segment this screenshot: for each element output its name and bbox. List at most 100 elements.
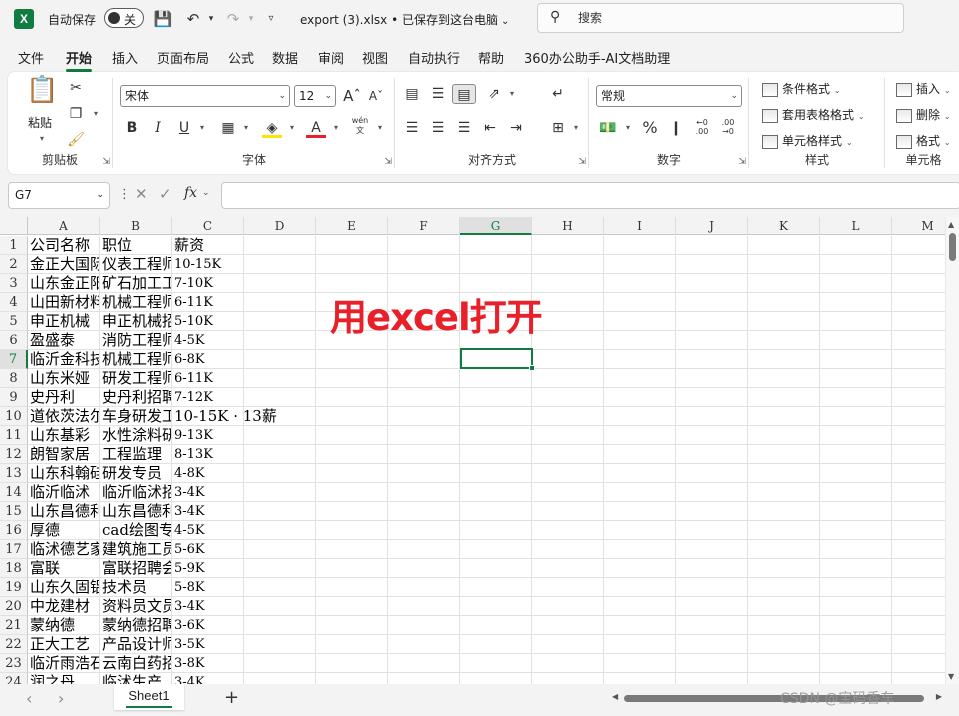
- row-header[interactable]: 24: [0, 673, 28, 684]
- cell-a[interactable]: 公司名称: [28, 236, 100, 255]
- cell-empty[interactable]: [748, 407, 820, 426]
- sheet-tab-sheet1[interactable]: Sheet1: [114, 684, 184, 710]
- format-as-table-button[interactable]: 套用表格格式 ⌄: [762, 106, 865, 123]
- cell-c[interactable]: 3-8K: [172, 654, 244, 673]
- cell-empty[interactable]: [532, 635, 604, 654]
- cell-empty[interactable]: [388, 388, 460, 407]
- cell-empty[interactable]: [604, 654, 676, 673]
- cell-empty[interactable]: [316, 255, 388, 274]
- cell-empty[interactable]: [820, 407, 892, 426]
- cell-empty[interactable]: [532, 426, 604, 445]
- cell-empty[interactable]: [820, 540, 892, 559]
- cell-a[interactable]: 中龙建材: [28, 597, 100, 616]
- cell-empty[interactable]: [388, 521, 460, 540]
- redo-dropdown-icon[interactable]: ▾: [240, 8, 262, 30]
- cell-empty[interactable]: [460, 445, 532, 464]
- cell-empty[interactable]: [388, 616, 460, 635]
- next-sheet-icon[interactable]: ›: [58, 689, 64, 708]
- cell-a[interactable]: 山东米娅: [28, 369, 100, 388]
- cut-icon[interactable]: ✂: [66, 78, 86, 98]
- row-header[interactable]: 17: [0, 540, 28, 559]
- decrease-indent-icon[interactable]: ⇤: [480, 118, 500, 138]
- cell-empty[interactable]: [532, 255, 604, 274]
- cell-a[interactable]: 山东久固铝: [28, 578, 100, 597]
- tab-data[interactable]: 数据: [272, 48, 298, 67]
- row-header[interactable]: 12: [0, 445, 28, 464]
- cell-empty[interactable]: [532, 521, 604, 540]
- cell-b[interactable]: 研发工程师: [100, 369, 172, 388]
- cell-empty[interactable]: [604, 312, 676, 331]
- cell-empty[interactable]: [532, 388, 604, 407]
- copy-icon[interactable]: ❐: [66, 104, 86, 124]
- cell-b[interactable]: 工程监理: [100, 445, 172, 464]
- cell-empty[interactable]: [244, 350, 316, 369]
- wrap-text-icon[interactable]: ↵: [548, 84, 568, 104]
- cell-empty[interactable]: [820, 559, 892, 578]
- cell-empty[interactable]: [388, 369, 460, 388]
- cell-empty[interactable]: [316, 559, 388, 578]
- chevron-down-icon[interactable]: ⌄: [202, 188, 210, 198]
- cell-empty[interactable]: [820, 388, 892, 407]
- cell-empty[interactable]: [532, 502, 604, 521]
- cell-b[interactable]: 研发专员: [100, 464, 172, 483]
- cell-a[interactable]: 金正大国际: [28, 255, 100, 274]
- paste-icon[interactable]: 📋: [26, 77, 58, 114]
- cell-empty[interactable]: [748, 274, 820, 293]
- cell-empty[interactable]: [532, 312, 604, 331]
- tab-insert[interactable]: 插入: [112, 48, 138, 67]
- cell-empty[interactable]: [748, 540, 820, 559]
- cell-empty[interactable]: [244, 521, 316, 540]
- cell-empty[interactable]: [604, 388, 676, 407]
- cell-a[interactable]: 临沂雨浩石: [28, 654, 100, 673]
- borders-icon[interactable]: ▦: [218, 118, 238, 138]
- row-header[interactable]: 23: [0, 654, 28, 673]
- cell-empty[interactable]: [388, 255, 460, 274]
- cell-empty[interactable]: [604, 464, 676, 483]
- cell-empty[interactable]: [388, 559, 460, 578]
- row-header[interactable]: 16: [0, 521, 28, 540]
- cell-a[interactable]: 厚德: [28, 521, 100, 540]
- cell-empty[interactable]: [460, 464, 532, 483]
- cell-empty[interactable]: [388, 350, 460, 369]
- bold-icon[interactable]: B: [122, 118, 142, 138]
- cell-empty[interactable]: [604, 407, 676, 426]
- cell-b[interactable]: 临沭生产: [100, 673, 172, 684]
- cell-empty[interactable]: [820, 350, 892, 369]
- cell-empty[interactable]: [820, 597, 892, 616]
- cell-styles-button[interactable]: 单元格样式 ⌄: [762, 132, 853, 149]
- underline-icon[interactable]: U: [174, 118, 194, 138]
- cell-empty[interactable]: [244, 559, 316, 578]
- cell-empty[interactable]: [820, 369, 892, 388]
- cell-b[interactable]: 消防工程师: [100, 331, 172, 350]
- cell-c[interactable]: 4-5K: [172, 331, 244, 350]
- cell-a[interactable]: 正大工艺: [28, 635, 100, 654]
- cell-a[interactable]: 朗智家居: [28, 445, 100, 464]
- cancel-icon[interactable]: ✕: [135, 185, 148, 203]
- cell-empty[interactable]: [244, 312, 316, 331]
- cell-empty[interactable]: [748, 255, 820, 274]
- name-box[interactable]: G7 ⌄: [8, 182, 110, 209]
- column-header-k[interactable]: K: [748, 217, 820, 235]
- cell-empty[interactable]: [460, 521, 532, 540]
- cell-empty[interactable]: [676, 464, 748, 483]
- cell-empty[interactable]: [388, 597, 460, 616]
- fill-color-icon[interactable]: ◈: [262, 118, 282, 138]
- autosave-toggle[interactable]: 关: [104, 8, 144, 28]
- scroll-down-icon[interactable]: ▼: [948, 672, 954, 681]
- cell-empty[interactable]: [820, 521, 892, 540]
- cell-empty[interactable]: [460, 616, 532, 635]
- row-header[interactable]: 22: [0, 635, 28, 654]
- cell-c[interactable]: 5-10K: [172, 312, 244, 331]
- cell-a[interactable]: 富联: [28, 559, 100, 578]
- cell-empty[interactable]: [460, 426, 532, 445]
- conditional-formatting-button[interactable]: 条件格式 ⌄: [762, 80, 841, 97]
- tab-home[interactable]: 开始: [66, 48, 93, 72]
- cell-b[interactable]: 水性涂料研: [100, 426, 172, 445]
- cell-empty[interactable]: [676, 407, 748, 426]
- selected-cell[interactable]: [460, 348, 535, 371]
- cell-a[interactable]: 山东金正阳: [28, 274, 100, 293]
- cell-empty[interactable]: [532, 407, 604, 426]
- cell-empty[interactable]: [604, 616, 676, 635]
- row-header[interactable]: 5: [0, 312, 28, 331]
- tab-formulas[interactable]: 公式: [228, 48, 254, 67]
